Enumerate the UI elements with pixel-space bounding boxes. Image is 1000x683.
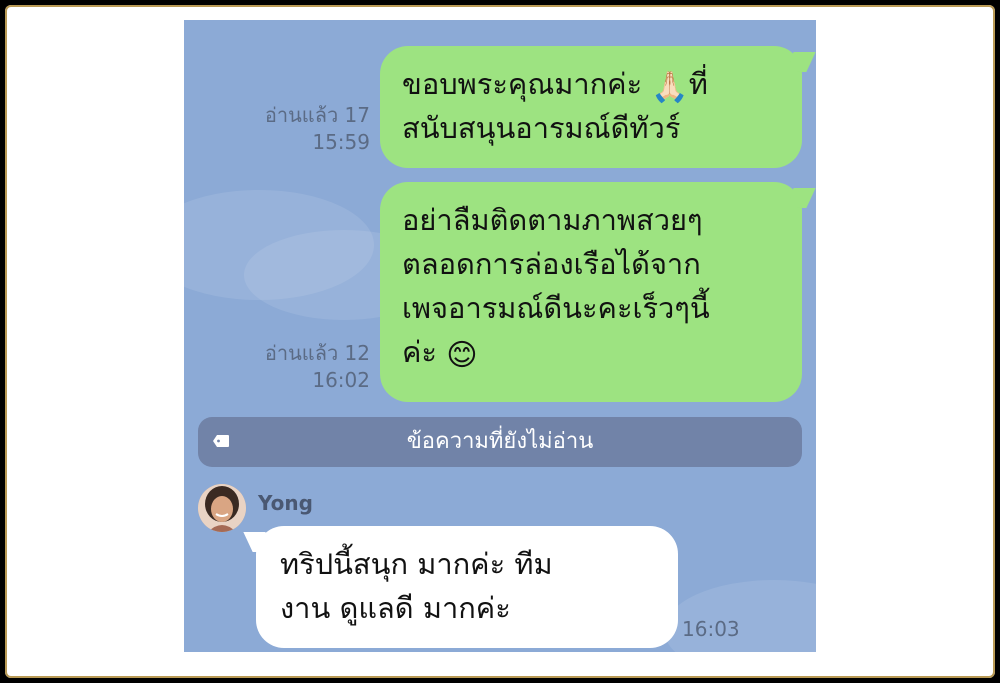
message-line: ค่ะ 😊 [402, 335, 478, 373]
message-line: อย่าลืมติดตามภาพสวยๆ [402, 203, 703, 237]
bubble-tail [784, 188, 816, 208]
praying-hands-icon: 🙏🏻 [651, 70, 689, 105]
message-meta: อ่านแล้ว 17 15:59 [244, 102, 370, 156]
message-time: 16:02 [312, 368, 370, 392]
avatar-image [198, 484, 246, 532]
message-line: เพจอารมณ์ดีนะคะเร็วๆนี้ [402, 291, 710, 325]
avatar[interactable] [198, 484, 246, 532]
sender-name: Yong [258, 491, 313, 515]
bubble-tail [784, 52, 816, 72]
message-line-tail: ที่ [688, 67, 708, 101]
message-time: 16:03 [682, 617, 740, 641]
message-meta: อ่านแล้ว 12 16:02 [244, 340, 370, 394]
smiling-face-icon: 😊 [446, 338, 478, 373]
chat-window[interactable]: อ่านแล้ว 17 15:59 ขอบพระคุณมากค่ะ 🙏🏻ที่ … [184, 20, 816, 652]
outgoing-message-bubble[interactable]: ขอบพระคุณมากค่ะ 🙏🏻ที่ สนับสนุนอารมณ์ดีทั… [380, 46, 816, 168]
unread-messages-divider: ข้อความที่ยังไม่อ่าน [198, 417, 802, 467]
message-line: งาน ดูแลดี มากค่ะ [280, 591, 511, 625]
unread-divider-label: ข้อความที่ยังไม่อ่าน [406, 429, 594, 454]
bubble-tail [243, 532, 275, 552]
message-line: ทริปนี้สนุก มากค่ะ ทีม [280, 547, 553, 581]
message-line: ตลอดการล่องเรือได้จาก [402, 247, 701, 281]
read-status: อ่านแล้ว 12 [264, 341, 370, 365]
incoming-message-bubble[interactable]: ทริปนี้สนุก มากค่ะ ทีม งาน ดูแลดี มากค่ะ [243, 526, 678, 648]
message-line: สนับสนุนอารมณ์ดีทัวร์ [402, 111, 681, 145]
tag-icon [213, 435, 229, 447]
read-status: อ่านแล้ว 17 [264, 103, 370, 127]
message-time: 15:59 [312, 130, 370, 154]
message-line: ขอบพระคุณมากค่ะ 🙏🏻ที่ [402, 67, 708, 105]
outgoing-message-bubble[interactable]: อย่าลืมติดตามภาพสวยๆ ตลอดการล่องเรือได้จ… [380, 182, 816, 402]
